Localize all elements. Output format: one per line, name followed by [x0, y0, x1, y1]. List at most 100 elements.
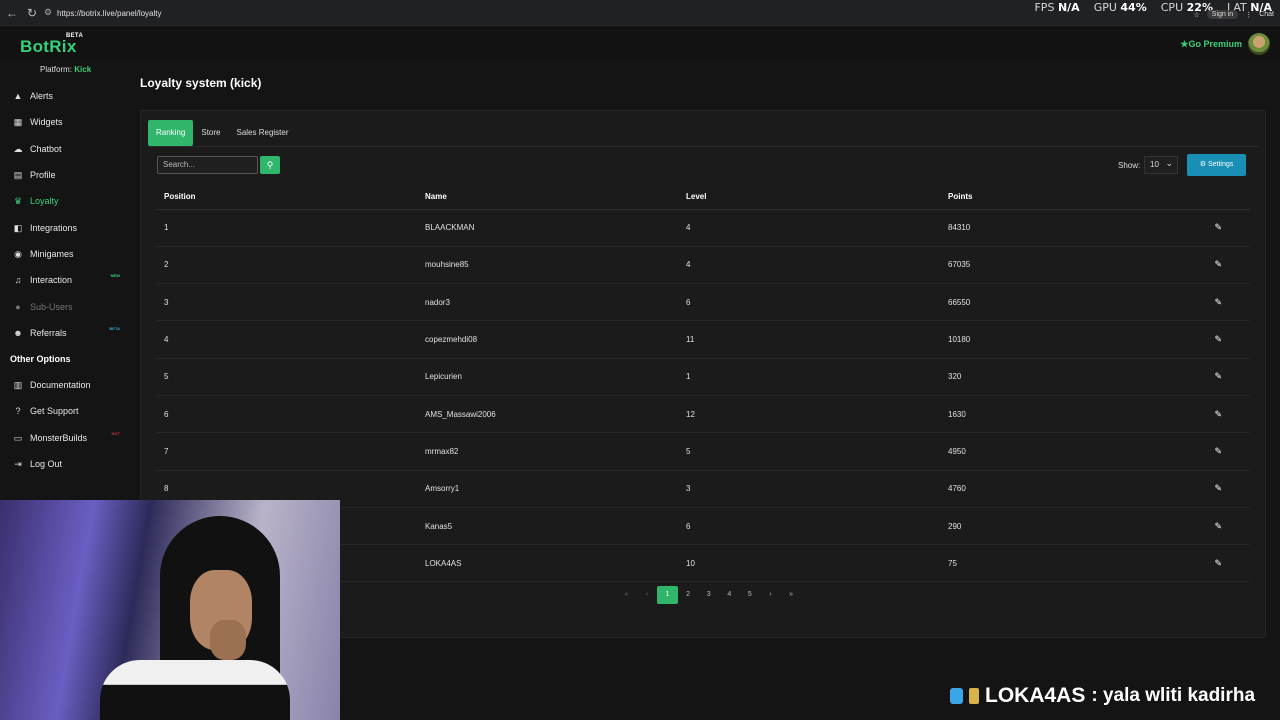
cell-points: 1630: [940, 395, 1140, 434]
menu-icon[interactable]: ⋮: [1245, 11, 1252, 19]
cell-points: 320: [940, 358, 1140, 396]
sidebar-item-loyalty[interactable]: ♛ Loyalty: [0, 188, 130, 214]
table-row: 4 copezmehdi08 11 10180 ✎: [156, 320, 1250, 359]
edit-icon[interactable]: ✎: [1140, 544, 1250, 583]
url-text: https://botrix.live/panel/loyalty: [57, 9, 162, 18]
edit-icon[interactable]: ✎: [1140, 507, 1250, 546]
book-icon: ▥: [13, 380, 23, 391]
other-options-heading: Other Options: [10, 353, 71, 364]
edit-icon[interactable]: ✎: [1140, 395, 1250, 434]
column-name[interactable]: Name: [417, 184, 678, 210]
cell-name: BLAACKMAN: [417, 209, 678, 247]
edit-icon[interactable]: ✎: [1140, 283, 1250, 322]
sidebar-item-monsterbuilds[interactable]: ▭ MonsterBuilds HOT: [0, 425, 130, 451]
tab-divider: [148, 146, 1258, 147]
sidebar-item-log-out[interactable]: ⇥ Log Out: [0, 451, 130, 477]
webcam-person-hand: [210, 620, 246, 660]
cell-level: 5: [678, 432, 940, 471]
widgets-icon: ▦: [13, 117, 23, 128]
edit-icon[interactable]: ✎: [1140, 209, 1250, 247]
sidebar-item-alerts[interactable]: ▲ Alerts: [0, 83, 130, 109]
table-row: 2 mouhsine85 4 67035 ✎: [156, 246, 1250, 285]
address-bar[interactable]: ⚙ https://botrix.live/panel/loyalty: [40, 7, 1160, 23]
back-icon[interactable]: ←: [6, 6, 18, 20]
prev-page-button[interactable]: ‹: [637, 586, 658, 604]
last-page-button[interactable]: »: [781, 586, 802, 604]
cell-points: 75: [940, 544, 1140, 583]
sidebar-item-get-support[interactable]: ? Get Support: [0, 398, 130, 424]
sidebar-item-documentation[interactable]: ▥ Documentation: [0, 372, 130, 398]
cell-name: copezmehdi08: [417, 320, 678, 359]
sidebar-item-interaction[interactable]: ♫ Interaction NEW: [0, 267, 130, 293]
go-premium-link[interactable]: ★Go Premium: [1180, 39, 1242, 50]
music-icon: ♫: [14, 275, 22, 286]
gear-icon: ⚙: [1199, 161, 1207, 168]
edit-icon[interactable]: ✎: [1140, 470, 1250, 508]
users-icon: ☻: [13, 327, 23, 338]
show-label: Show:: [1118, 161, 1141, 170]
cell-level: 11: [678, 320, 940, 359]
tab-store[interactable]: Store: [193, 120, 228, 146]
page-button[interactable]: 2: [678, 586, 699, 604]
cell-position: 2: [156, 246, 417, 285]
browser-actions: ☆ Sign in ⋮ Chat: [1194, 10, 1274, 19]
sign-in-button[interactable]: Sign in: [1206, 10, 1239, 19]
cell-name: mrmax82: [417, 432, 678, 471]
next-page-button[interactable]: ›: [760, 586, 781, 604]
stream-chat-message: LOKA4AS : yala wliti kadirha: [950, 682, 1255, 710]
cell-position: 3: [156, 283, 417, 322]
avatar[interactable]: [1248, 33, 1270, 55]
search-icon: ⚲: [266, 160, 274, 170]
botrix-logo[interactable]: BotRix BETA: [20, 33, 83, 57]
cell-level: 1: [678, 358, 940, 396]
sidebar: Platform: Kick ▲ Alerts ▦ Widgets ☁ Chatbot…: [0, 61, 130, 500]
trophy-icon: ♛: [13, 196, 23, 207]
first-page-button[interactable]: «: [616, 586, 637, 604]
table-row: 6 AMS_Massawi2006 12 1630 ✎: [156, 395, 1250, 434]
column-position[interactable]: Position: [156, 184, 417, 210]
site-info-icon[interactable]: ⚙: [44, 7, 52, 18]
sidebar-item-chatbot[interactable]: ☁ Chatbot: [0, 136, 130, 162]
edit-icon[interactable]: ✎: [1140, 358, 1250, 396]
chat-text: : yala wliti kadirha: [1091, 685, 1256, 706]
column-level[interactable]: Level: [678, 184, 940, 210]
reload-icon[interactable]: ↻: [27, 6, 37, 20]
page-button[interactable]: 1: [657, 586, 678, 604]
search-input[interactable]: Search...: [157, 156, 258, 174]
column-points[interactable]: Points: [940, 184, 1140, 210]
cell-level: 4: [678, 209, 940, 247]
sidebar-item-widgets[interactable]: ▦ Widgets: [0, 109, 130, 135]
subscriber-badge-icon: [950, 688, 963, 704]
cell-level: 6: [678, 283, 940, 322]
page-button[interactable]: 5: [740, 586, 761, 604]
cell-points: 66550: [940, 283, 1140, 322]
edit-icon[interactable]: ✎: [1140, 320, 1250, 359]
browser-toolbar: ← ↻ ⚙ https://botrix.live/panel/loyalty …: [0, 0, 1280, 26]
sidebar-item-referrals[interactable]: ☻ Referrals BETA: [0, 320, 130, 346]
page-button[interactable]: 4: [719, 586, 740, 604]
beta-badge: BETA: [109, 325, 120, 331]
app-topbar: BotRix BETA ★Go Premium: [0, 27, 1280, 61]
tab-sales-register[interactable]: Sales Register: [228, 120, 296, 146]
chat-button[interactable]: Chat: [1259, 11, 1274, 18]
table-row: 1 BLAACKMAN 4 84310 ✎: [156, 209, 1250, 247]
cell-level: 3: [678, 470, 940, 508]
sidebar-item-profile[interactable]: ▤ Profile: [0, 162, 130, 188]
cell-points: 10180: [940, 320, 1140, 359]
page-button[interactable]: 3: [698, 586, 719, 604]
sidebar-item-integrations[interactable]: ◧ Integrations: [0, 214, 130, 240]
tab-ranking[interactable]: Ranking: [148, 120, 194, 146]
star-icon[interactable]: ☆: [1194, 11, 1200, 19]
gpu-readout: GPU 44%: [1093, 1, 1147, 14]
search-button[interactable]: ⚲: [260, 156, 280, 174]
edit-icon[interactable]: ✎: [1140, 246, 1250, 285]
settings-button[interactable]: ⚙ Settings: [1187, 154, 1246, 176]
cell-points: 84310: [940, 209, 1140, 247]
sidebar-item-minigames[interactable]: ◉ Minigames: [0, 241, 130, 267]
cell-name: Amsorry1: [417, 470, 678, 508]
sidebar-item-sub-users[interactable]: ● Sub-Users: [0, 293, 130, 319]
integrations-icon: ◧: [13, 222, 23, 233]
edit-icon[interactable]: ✎: [1140, 432, 1250, 471]
cell-points: 4950: [940, 432, 1140, 471]
page-size-select[interactable]: 10 ⌄: [1144, 156, 1178, 174]
